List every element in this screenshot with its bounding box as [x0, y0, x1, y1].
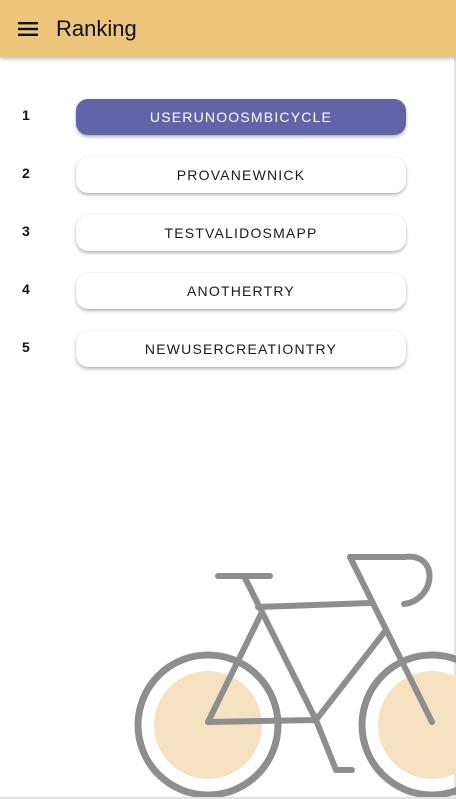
ranking-row: 2 PROVANEWNICK — [0, 157, 456, 193]
rank-number: 4 — [22, 281, 30, 297]
bicycle-illustration — [134, 553, 456, 799]
ranking-user-button[interactable]: USERUNOOSMBICYCLE — [76, 99, 406, 135]
menu-button[interactable] — [0, 0, 56, 57]
rank-number: 1 — [22, 107, 30, 123]
app-root: Ranking 1 USERUNOOSMBICYCLE 2 PROVANEWNI… — [0, 0, 456, 799]
rank-number: 2 — [22, 165, 30, 181]
ranking-row: 4 ANOTHERTRY — [0, 273, 456, 309]
ranking-row: 1 USERUNOOSMBICYCLE — [0, 99, 456, 135]
ranking-user-button[interactable]: NEWUSERCREATIONTRY — [76, 331, 406, 367]
rank-number: 5 — [22, 339, 30, 355]
ranking-user-button[interactable]: ANOTHERTRY — [76, 273, 406, 309]
ranking-row: 3 TESTVALIDOSMAPP — [0, 215, 456, 251]
ranking-row: 5 NEWUSERCREATIONTRY — [0, 331, 456, 367]
ranking-user-button[interactable]: TESTVALIDOSMAPP — [76, 215, 406, 251]
app-bar: Ranking — [0, 0, 456, 57]
hamburger-menu-icon — [18, 21, 38, 36]
page-title: Ranking — [56, 15, 137, 41]
ranking-user-button[interactable]: PROVANEWNICK — [76, 157, 406, 193]
rank-number: 3 — [22, 223, 30, 239]
